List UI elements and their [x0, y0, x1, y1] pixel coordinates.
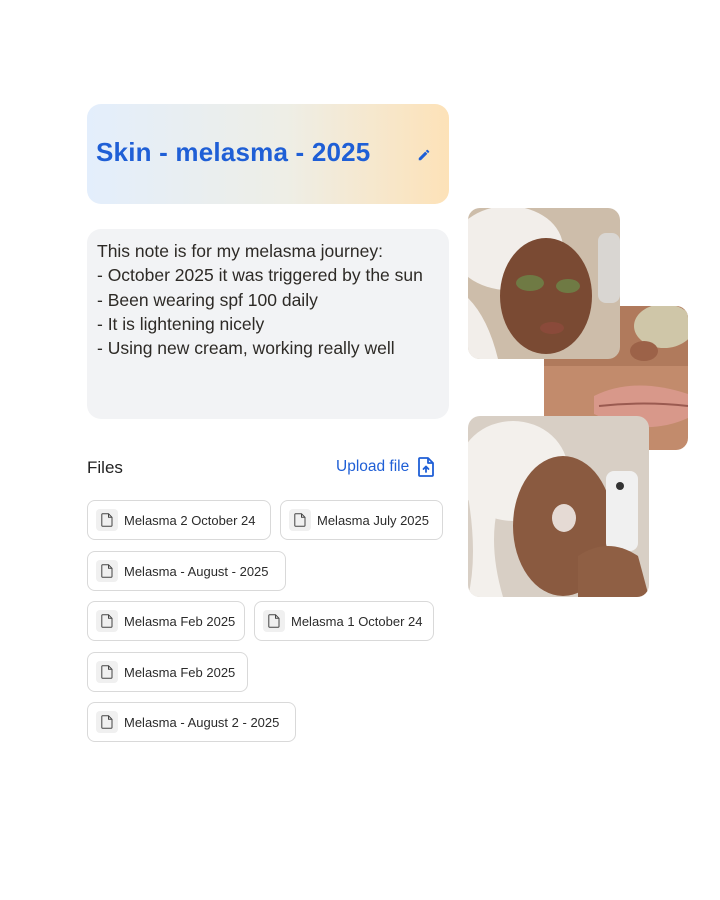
- document-icon: [96, 560, 118, 582]
- document-icon: [263, 610, 285, 632]
- file-name: Melasma Feb 2025: [124, 613, 236, 629]
- file-name: Melasma 2 October 24: [124, 512, 256, 528]
- file-name: Melasma 1 October 24: [291, 613, 423, 629]
- upload-file-button[interactable]: Upload file: [336, 457, 435, 477]
- document-icon: [96, 509, 118, 531]
- file-name: Melasma July 2025: [317, 512, 429, 528]
- file-name: Melasma - August 2 - 2025: [124, 714, 280, 730]
- note-line: - Been wearing spf 100 daily: [97, 289, 318, 310]
- note-line: - October 2025 it was triggered by the s…: [97, 265, 423, 286]
- file-chip[interactable]: Melasma 2 October 24: [87, 500, 271, 540]
- photo-face-cream-image: [468, 416, 649, 597]
- note-title-card: Skin - melasma - 2025: [87, 104, 449, 204]
- photo-eye-patches-image: [468, 208, 620, 359]
- note-title[interactable]: Skin - melasma - 2025: [96, 137, 370, 168]
- file-name: Melasma Feb 2025: [124, 664, 236, 680]
- note-body[interactable]: This note is for my melasma journey: - O…: [87, 229, 449, 419]
- file-upload-icon: [418, 457, 435, 477]
- file-chip[interactable]: Melasma July 2025: [280, 500, 443, 540]
- file-name: Melasma - August - 2025: [124, 563, 269, 579]
- document-icon: [289, 509, 311, 531]
- note-line: This note is for my melasma journey:: [97, 241, 383, 261]
- document-icon: [96, 610, 118, 632]
- pencil-icon: [418, 149, 430, 161]
- edit-title-button[interactable]: [415, 146, 433, 164]
- file-chip[interactable]: Melasma Feb 2025: [87, 652, 248, 692]
- note-line: - Using new cream, working really well: [97, 338, 395, 359]
- file-chip[interactable]: Melasma - August 2 - 2025: [87, 702, 296, 742]
- note-line: - It is lightening nicely: [97, 313, 265, 334]
- document-icon: [96, 711, 118, 733]
- photo-eye-patches[interactable]: [468, 208, 620, 359]
- document-icon: [96, 661, 118, 683]
- files-heading: Files: [87, 458, 123, 477]
- file-chip[interactable]: Melasma - August - 2025: [87, 551, 286, 591]
- photo-face-cream[interactable]: [468, 416, 649, 597]
- upload-file-label: Upload file: [336, 458, 410, 475]
- file-chip[interactable]: Melasma Feb 2025: [87, 601, 245, 641]
- file-chip[interactable]: Melasma 1 October 24: [254, 601, 434, 641]
